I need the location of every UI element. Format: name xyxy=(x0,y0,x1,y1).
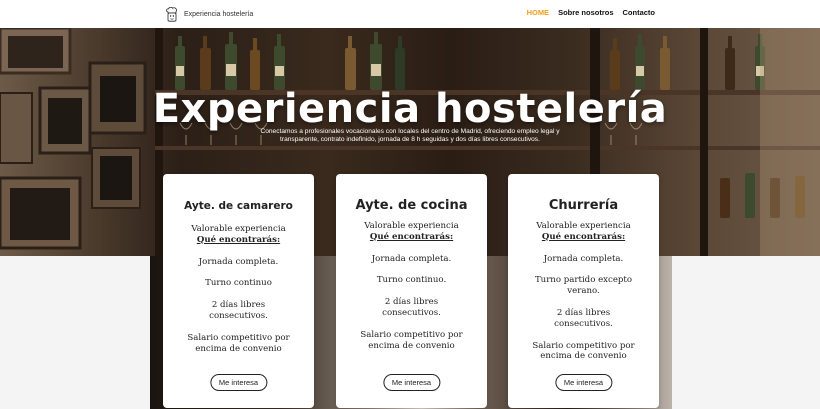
card-line: Qué encontrarás: xyxy=(541,231,626,242)
card-line: 2 días libres consecutivos. xyxy=(382,297,441,318)
card-line: Jornada completa. xyxy=(371,253,452,264)
card-line: Turno partido excepto verano. xyxy=(534,275,633,297)
chef-logo-icon xyxy=(166,6,177,22)
card-title: Churrería xyxy=(548,198,619,213)
card-line: Salario competitivo por encima de conven… xyxy=(187,332,290,354)
top-navigation-bar: Experiencia hostelería HOME Sobre nosotr… xyxy=(0,0,820,28)
card-line: 2 días libres consecutivos. xyxy=(554,307,613,329)
card-body: Valorable experiencia Qué encontrarás: J… xyxy=(163,224,314,354)
card-line: Turno continuo. xyxy=(376,275,447,286)
interest-button[interactable]: Me interesa xyxy=(382,374,441,391)
nav-about-link[interactable]: Sobre nosotros xyxy=(558,8,613,17)
card-body: Valorable experiencia Qué encontrarás: J… xyxy=(508,221,659,362)
card-line: Salario competitivo por encima de conven… xyxy=(360,329,463,351)
job-card-churreria: Churrería Valorable experiencia Qué enco… xyxy=(508,174,659,408)
brand-name: Experiencia hostelería xyxy=(184,10,254,18)
card-line: Jornada completa. xyxy=(198,256,279,267)
job-card-camarero: Ayte. de camarero Valorable experiencia … xyxy=(163,174,314,408)
card-line: Valorable experiencia xyxy=(536,221,631,231)
interest-button[interactable]: Me interesa xyxy=(209,374,268,391)
card-line: Valorable experiencia xyxy=(191,224,286,234)
card-line: Qué encontrarás: xyxy=(196,234,281,245)
card-line: 2 días libres consecutivos. xyxy=(209,300,268,321)
nav-home-link[interactable]: HOME xyxy=(527,8,550,17)
card-title: Ayte. de camarero xyxy=(184,200,293,212)
job-card-cocina: Ayte. de cocina Valorable experiencia Qu… xyxy=(336,174,487,408)
card-line: Qué encontrarás: xyxy=(369,231,454,242)
card-title: Ayte. de cocina xyxy=(355,198,468,213)
brand[interactable]: Experiencia hostelería xyxy=(166,6,253,22)
hero-title: Experiencia hostelería xyxy=(152,86,668,132)
card-line: Salario competitivo por encima de conven… xyxy=(532,340,635,362)
card-body: Valorable experiencia Qué encontrarás: J… xyxy=(336,221,487,351)
hero-subtitle: Conectamos a profesionales vocacionales … xyxy=(260,128,560,143)
card-line: Valorable experiencia xyxy=(364,221,459,231)
card-line: Turno continuo xyxy=(205,278,272,289)
interest-button[interactable]: Me interesa xyxy=(554,374,613,391)
nav-contact-link[interactable]: Contacto xyxy=(623,8,656,17)
main-nav: HOME Sobre nosotros Contacto xyxy=(527,8,655,17)
card-line: Jornada completa. xyxy=(543,253,624,264)
